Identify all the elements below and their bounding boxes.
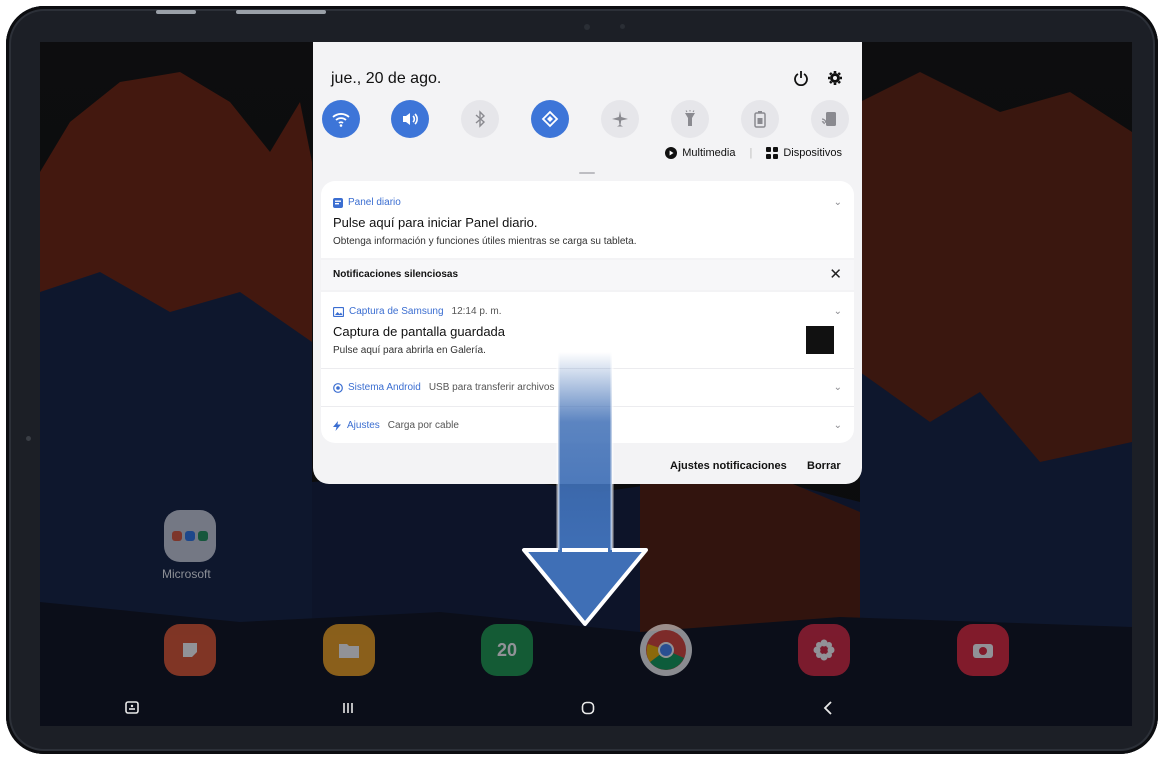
flashlight-toggle[interactable] — [671, 100, 709, 138]
microsoft-folder[interactable] — [164, 510, 216, 562]
bolt-icon — [333, 420, 341, 431]
wifi-toggle[interactable] — [322, 100, 360, 138]
screenshot-app-name: Captura de Samsung — [349, 306, 444, 317]
screen-mirror-icon — [821, 112, 836, 126]
settings-text: Carga por cable — [387, 420, 459, 431]
auto-rotate-toggle[interactable] — [531, 100, 569, 138]
android-system-icon — [333, 382, 343, 393]
home-icon[interactable] — [576, 690, 600, 726]
sensor — [620, 24, 625, 29]
power-saving-icon — [754, 111, 766, 128]
chrome-app-icon[interactable] — [640, 624, 692, 676]
navigation-bar — [40, 690, 1132, 726]
settings-gear-icon[interactable] — [825, 68, 845, 88]
files-app-icon[interactable] — [323, 624, 375, 676]
clear-button[interactable]: Borrar — [807, 460, 841, 472]
daily-panel-body: Obtenga información y funciones útiles m… — [333, 236, 637, 247]
screenshot-time: 12:14 p. m. — [451, 306, 502, 317]
play-icon — [665, 147, 678, 159]
calendar-day: 20 — [496, 639, 518, 660]
airplane-toggle[interactable] — [601, 100, 639, 138]
power-icon[interactable] — [791, 68, 811, 88]
daily-panel-app-name: Panel diario — [348, 197, 401, 208]
settings-line: Ajustes Carga por cable — [333, 420, 459, 431]
multimedia-button[interactable]: Multimedia — [665, 147, 735, 159]
multimedia-label: Multimedia — [682, 147, 736, 159]
devices-label: Dispositivos — [783, 147, 842, 159]
gallery-app-icon[interactable] — [798, 624, 850, 676]
calendar-app-icon[interactable]: 20 — [481, 624, 533, 676]
android-system-app-name: Sistema Android — [348, 382, 421, 393]
back-icon[interactable] — [816, 690, 840, 726]
keyboard-toggle-icon[interactable] — [120, 690, 144, 726]
power-saving-toggle[interactable] — [741, 100, 779, 138]
bluetooth-icon — [475, 110, 486, 128]
swipe-down-arrow — [522, 352, 648, 626]
chevron-down-icon[interactable]: ⌄ — [834, 382, 842, 393]
screenshot-body: Pulse aquí para abrirla en Galería. — [333, 345, 486, 356]
airplane-icon — [612, 111, 628, 127]
front-camera — [584, 24, 590, 30]
silent-notifications-title: Notificaciones silenciosas — [333, 269, 459, 280]
recent-apps-icon[interactable] — [336, 690, 360, 726]
volume-button — [156, 10, 196, 14]
chevron-down-icon[interactable]: ⌄ — [834, 420, 842, 431]
volume-icon — [403, 113, 418, 125]
date-label: jue., 20 de ago. — [331, 70, 442, 87]
camera-app-icon[interactable] — [957, 624, 1009, 676]
daily-panel-notification[interactable]: Panel diario ⌄ Pulse aquí para iniciar P… — [321, 181, 854, 258]
daily-panel-app-icon — [333, 197, 343, 208]
side-sensor — [26, 436, 31, 441]
notes-app-icon[interactable] — [164, 624, 216, 676]
wifi-icon — [332, 113, 350, 127]
notification-settings-button[interactable]: Ajustes notificaciones — [670, 460, 787, 472]
screenshot-title: Captura de pantalla guardada — [333, 324, 506, 339]
media-devices-row: Multimedia | Dispositivos — [665, 147, 842, 159]
daily-panel-title: Pulse aquí para iniciar Panel diario. — [333, 215, 538, 230]
daily-panel-header: Panel diario — [333, 197, 401, 208]
separator: | — [749, 147, 753, 159]
drag-handle[interactable] — [579, 172, 595, 174]
devices-grid-icon — [766, 147, 779, 159]
image-icon — [333, 306, 344, 317]
sound-toggle[interactable] — [391, 100, 429, 138]
screenshot-header: Captura de Samsung 12:14 p. m. — [333, 306, 502, 317]
auto-rotate-icon — [541, 110, 559, 128]
screenshot-thumbnail[interactable] — [806, 326, 834, 354]
chevron-down-icon[interactable]: ⌄ — [834, 306, 842, 317]
devices-button[interactable]: Dispositivos — [766, 147, 842, 159]
close-icon[interactable]: ✕ — [829, 265, 842, 283]
power-button — [236, 10, 326, 14]
microsoft-folder-label: Microsoft — [162, 567, 211, 581]
bluetooth-toggle[interactable] — [461, 100, 499, 138]
settings-app-name: Ajustes — [347, 420, 380, 431]
screen-mirror-toggle[interactable] — [811, 100, 849, 138]
chevron-down-icon[interactable]: ⌄ — [834, 197, 842, 208]
flashlight-icon — [685, 110, 695, 126]
silent-notifications-header: Notificaciones silenciosas ✕ — [321, 260, 854, 290]
